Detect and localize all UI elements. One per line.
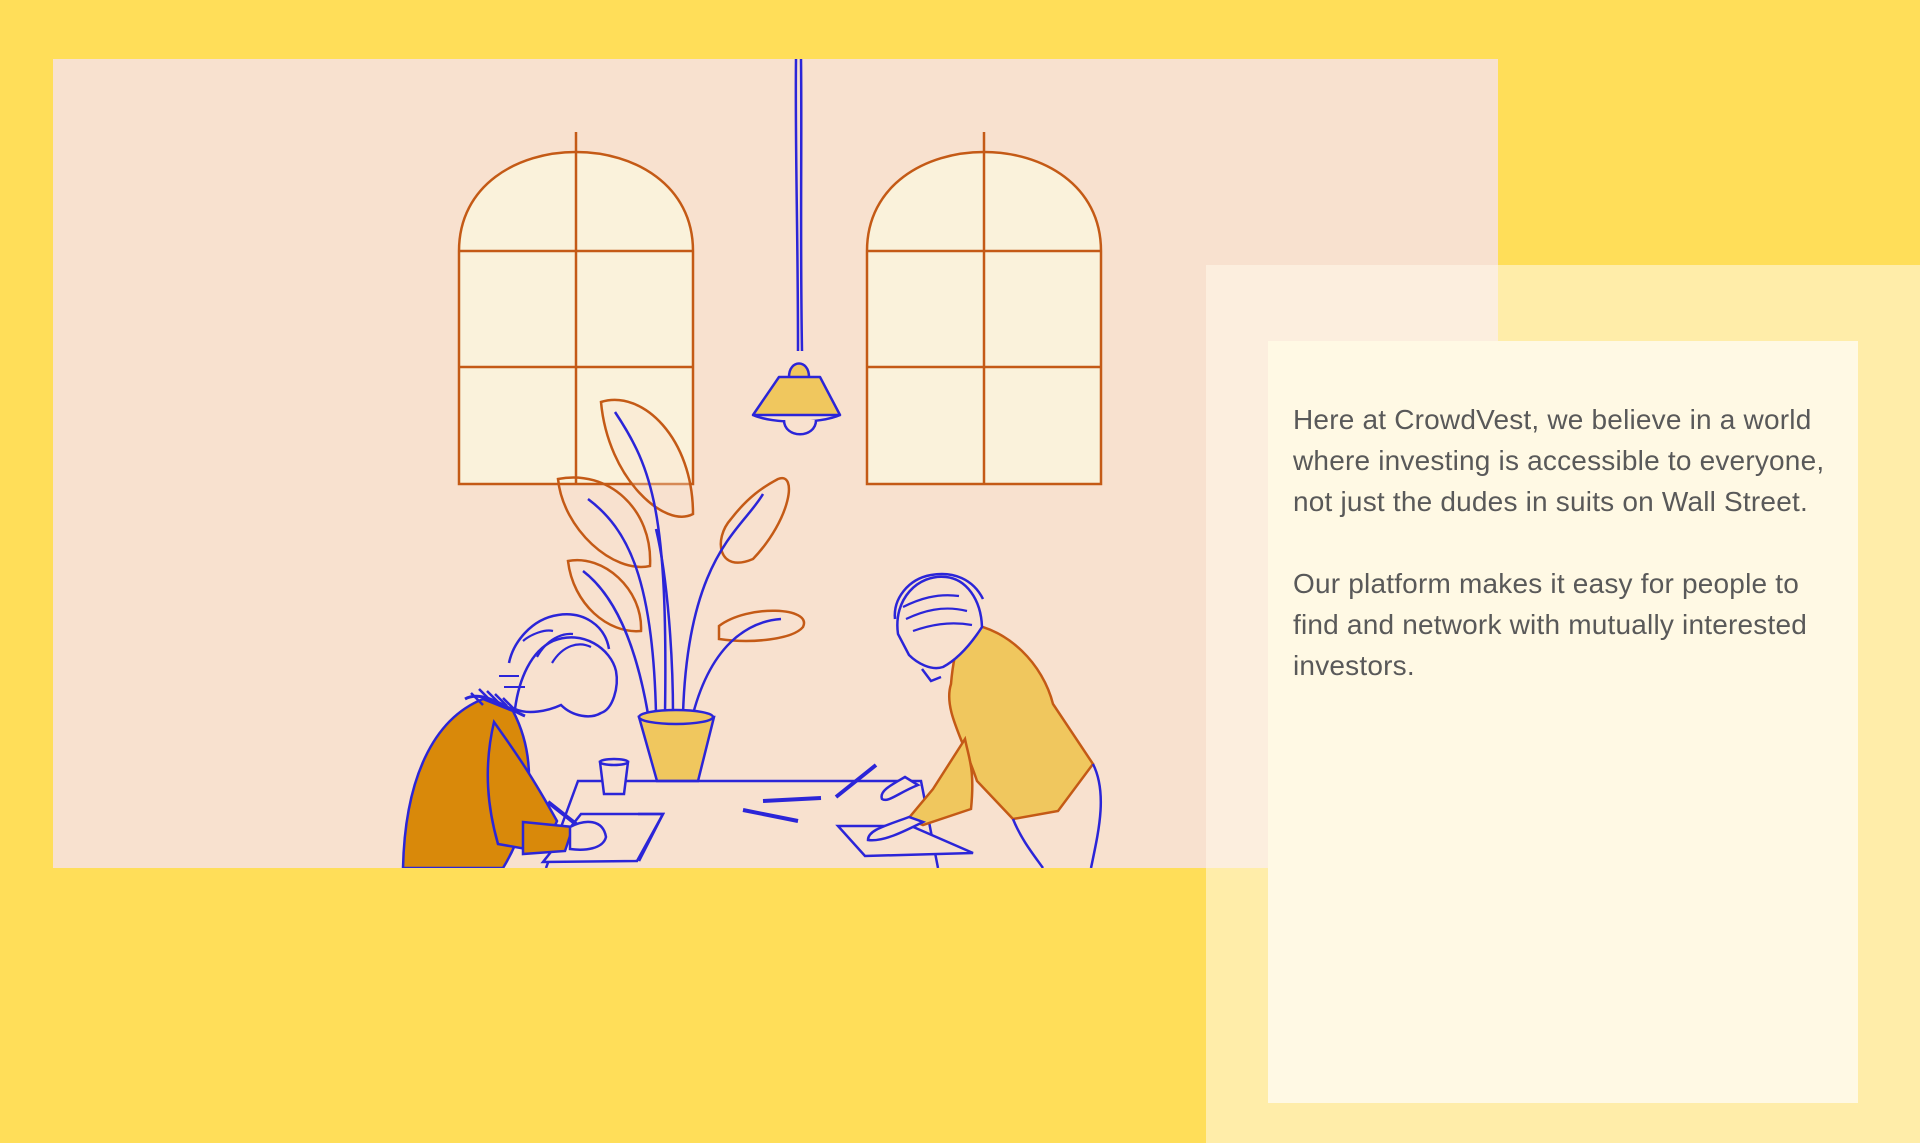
hanging-lamp-icon <box>751 59 842 436</box>
cup-icon <box>598 757 630 796</box>
standing-person-icon <box>866 572 1103 868</box>
right-arched-window-icon <box>865 132 1103 486</box>
about-paragraph-1: Here at CrowdVest, we believe in a world… <box>1293 404 1825 517</box>
seated-person-icon <box>401 613 618 868</box>
about-copy: Here at CrowdVest, we believe in a world… <box>1293 399 1838 727</box>
about-card: Here at CrowdVest, we believe in a world… <box>1268 341 1858 1103</box>
about-paragraph-2: Our platform makes it easy for people to… <box>1293 568 1808 681</box>
